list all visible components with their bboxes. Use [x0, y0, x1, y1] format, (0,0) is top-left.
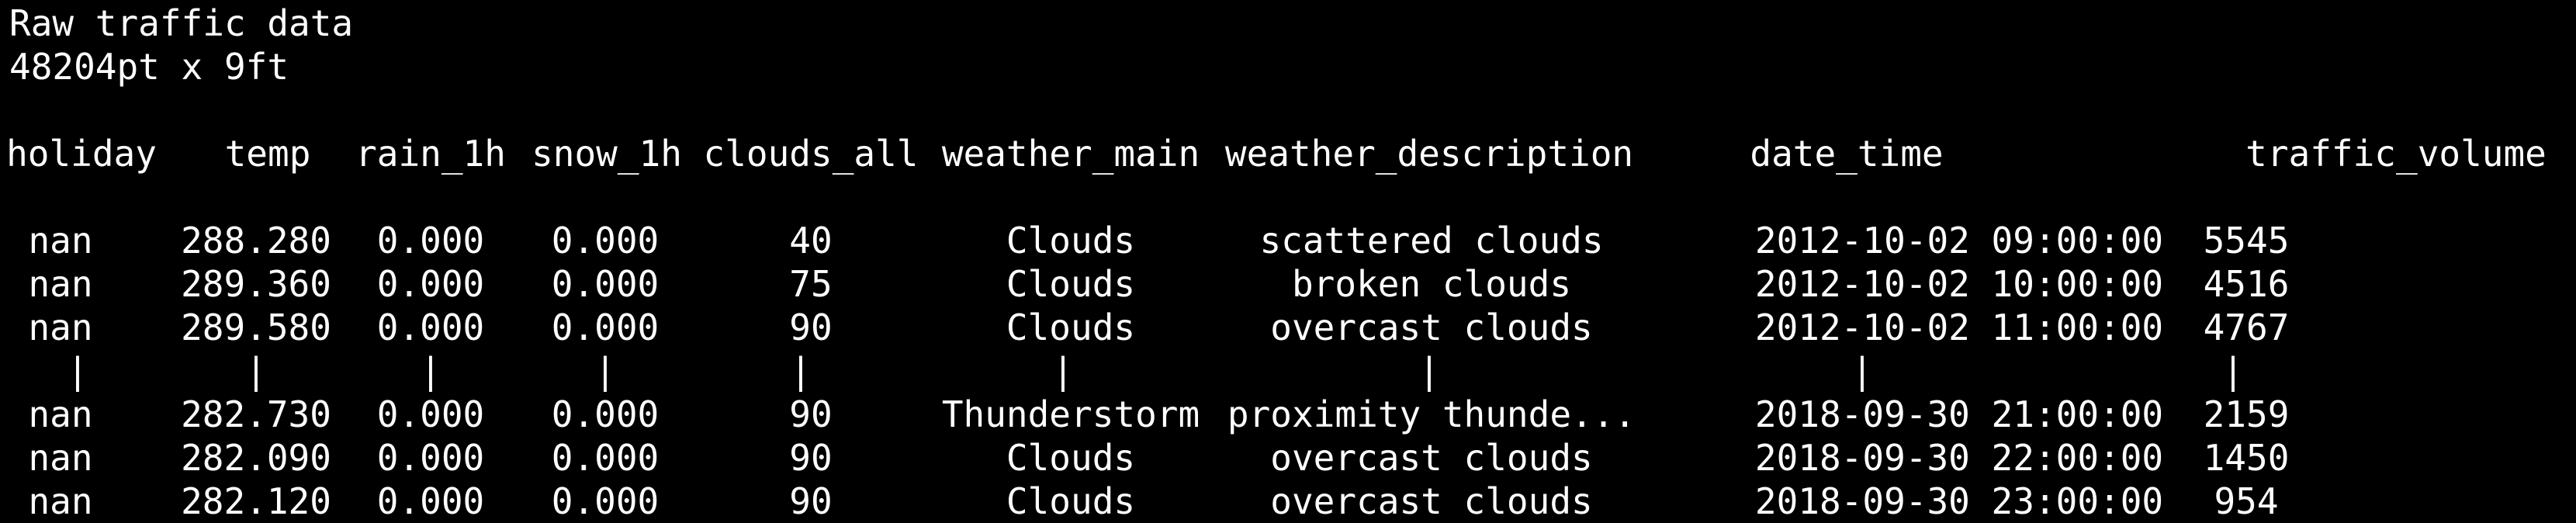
truncation-marker: |: [2222, 350, 2244, 392]
column-header-holiday: holiday: [6, 133, 157, 175]
table-cell: 2018-09-30 21:00:00: [1754, 393, 2164, 435]
table-cell: 282.090: [181, 437, 331, 479]
truncation-marker: |: [790, 350, 812, 392]
table-cell: 0.000: [376, 393, 485, 435]
table-cell: scattered clouds: [1259, 220, 1604, 262]
table-cell: overcast clouds: [1270, 480, 1593, 522]
table-cell: nan: [28, 393, 93, 435]
table-cell: 90: [789, 437, 833, 479]
table-cell: Clouds: [1006, 480, 1136, 522]
table-cell: broken clouds: [1291, 263, 1572, 305]
table-cell: nan: [28, 307, 93, 348]
table-cell: 2018-09-30 23:00:00: [1754, 480, 2164, 522]
table-cell: 2012-10-02 10:00:00: [1754, 263, 2164, 305]
table-cell: Clouds: [1006, 437, 1136, 479]
column-header-snow_1h: snow_1h: [531, 133, 682, 175]
column-header-traffic_volume: traffic_volume: [2245, 133, 2547, 175]
truncation-marker: |: [1418, 350, 1440, 392]
table-cell: 0.000: [376, 307, 485, 348]
table-cell: 4767: [2203, 307, 2290, 348]
terminal-window: { "title": "Raw traffic data", "shape": …: [0, 0, 2576, 523]
table-cell: 40: [789, 220, 833, 262]
column-header-date_time: date_time: [1750, 133, 1944, 175]
table-cell: 2012-10-02 09:00:00: [1754, 220, 2164, 262]
table-cell: 0.000: [551, 263, 660, 305]
table-cell: 0.000: [551, 437, 660, 479]
table-cell: nan: [28, 480, 93, 522]
table-cell: overcast clouds: [1270, 307, 1593, 348]
table-cell: proximity thunde...: [1227, 393, 1636, 435]
table-cell: 0.000: [551, 393, 660, 435]
truncation-marker: |: [245, 350, 267, 392]
column-header-temp: temp: [224, 133, 311, 175]
truncation-marker: |: [594, 350, 616, 392]
table-cell: 4516: [2203, 263, 2290, 305]
table-cell: Clouds: [1006, 263, 1136, 305]
truncation-marker: |: [67, 350, 88, 392]
table-cell: 90: [789, 393, 833, 435]
table-cell: 0.000: [551, 307, 660, 348]
table-cell: 0.000: [376, 220, 485, 262]
table-cell: 0.000: [376, 263, 485, 305]
table-cell: 90: [789, 307, 833, 348]
truncation-marker: |: [1052, 350, 1074, 392]
truncation-marker: |: [420, 350, 441, 392]
table-cell: 2012-10-02 11:00:00: [1754, 307, 2164, 348]
table-cell: 5545: [2203, 220, 2290, 262]
column-header-weather_description: weather_description: [1224, 133, 1634, 175]
column-header-rain_1h: rain_1h: [355, 133, 506, 175]
table-cell: 0.000: [551, 220, 660, 262]
output-title: Raw traffic data: [9, 2, 354, 44]
table-cell: 2159: [2203, 393, 2290, 435]
table-cell: nan: [28, 220, 93, 262]
table-cell: 75: [789, 263, 833, 305]
table-cell: 288.280: [181, 220, 331, 262]
table-cell: Thunderstorm: [941, 393, 1200, 435]
table-cell: 954: [2214, 480, 2279, 522]
table-cell: 289.580: [181, 307, 331, 348]
table-cell: Clouds: [1006, 307, 1136, 348]
table-cell: 90: [789, 480, 833, 522]
table-cell: Clouds: [1006, 220, 1136, 262]
table-cell: overcast clouds: [1270, 437, 1593, 479]
truncation-marker: |: [1851, 350, 1873, 392]
table-cell: nan: [28, 263, 93, 305]
table-cell: 2018-09-30 22:00:00: [1754, 437, 2164, 479]
table-cell: 0.000: [551, 480, 660, 522]
table-cell: nan: [28, 437, 93, 479]
column-header-weather_main: weather_main: [941, 133, 1200, 175]
table-cell: 1450: [2203, 437, 2290, 479]
table-cell: 282.120: [181, 480, 331, 522]
dataframe-shape: 48204pt x 9ft: [9, 46, 289, 88]
table-cell: 0.000: [376, 437, 485, 479]
column-header-clouds_all: clouds_all: [703, 133, 919, 175]
table-cell: 0.000: [376, 480, 485, 522]
table-cell: 282.730: [181, 393, 331, 435]
table-cell: 289.360: [181, 263, 331, 305]
